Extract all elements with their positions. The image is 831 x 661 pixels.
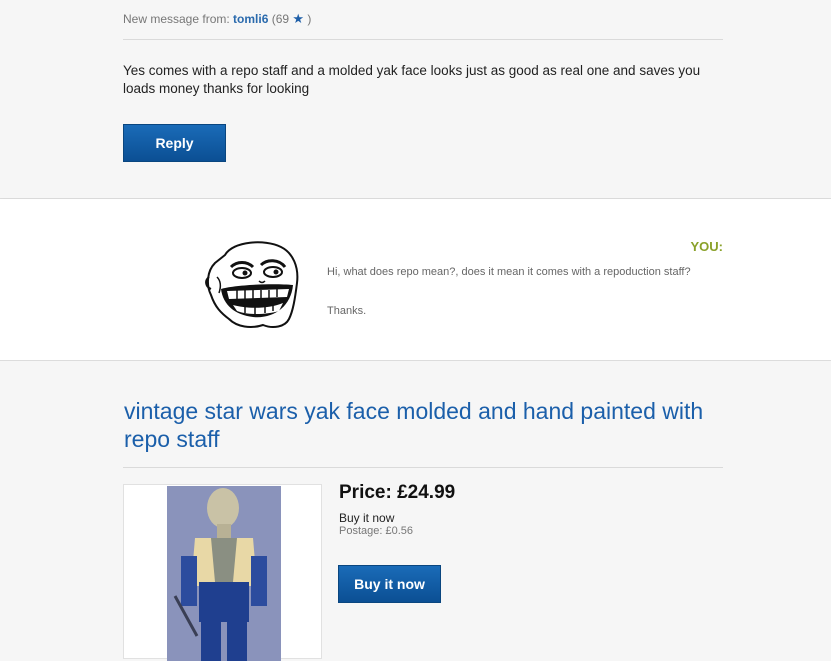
divider xyxy=(123,39,723,40)
received-message-section: New message from: tomli6 (69 ★ ) Yes com… xyxy=(0,0,831,199)
item-price: Price: £24.99 xyxy=(339,482,456,503)
you-label: YOU: xyxy=(690,239,724,254)
item-postage: Postage: £0.56 xyxy=(339,525,414,537)
item-photo[interactable] xyxy=(167,486,281,661)
item-title-link[interactable]: vintage star wars yak face molded and ha… xyxy=(124,397,724,453)
message-from-line: New message from: tomli6 (69 ★ ) xyxy=(123,11,311,27)
feedback-close: ) xyxy=(307,12,312,26)
divider xyxy=(123,467,723,468)
troll-face-avatar xyxy=(203,237,303,329)
feedback-score: (69 xyxy=(271,12,290,26)
message-body: Yes comes with a repo staff and a molded… xyxy=(123,63,701,96)
my-message-thanks: Thanks. xyxy=(327,305,367,317)
reply-button[interactable]: Reply xyxy=(123,124,226,162)
item-buy-type: Buy it now xyxy=(339,511,395,525)
my-message-text: Hi, what does repo mean?, does it mean i… xyxy=(327,266,691,278)
item-section: vintage star wars yak face molded and ha… xyxy=(0,361,831,661)
star-icon: ★ xyxy=(292,11,305,26)
from-prefix: New message from: xyxy=(123,12,230,26)
buy-it-now-button[interactable]: Buy it now xyxy=(338,565,441,603)
sender-username-link[interactable]: tomli6 xyxy=(233,12,268,26)
sent-message-section: YOU: Hi, what does repo mean?, does it m… xyxy=(0,199,831,361)
item-image-container[interactable] xyxy=(123,484,322,661)
